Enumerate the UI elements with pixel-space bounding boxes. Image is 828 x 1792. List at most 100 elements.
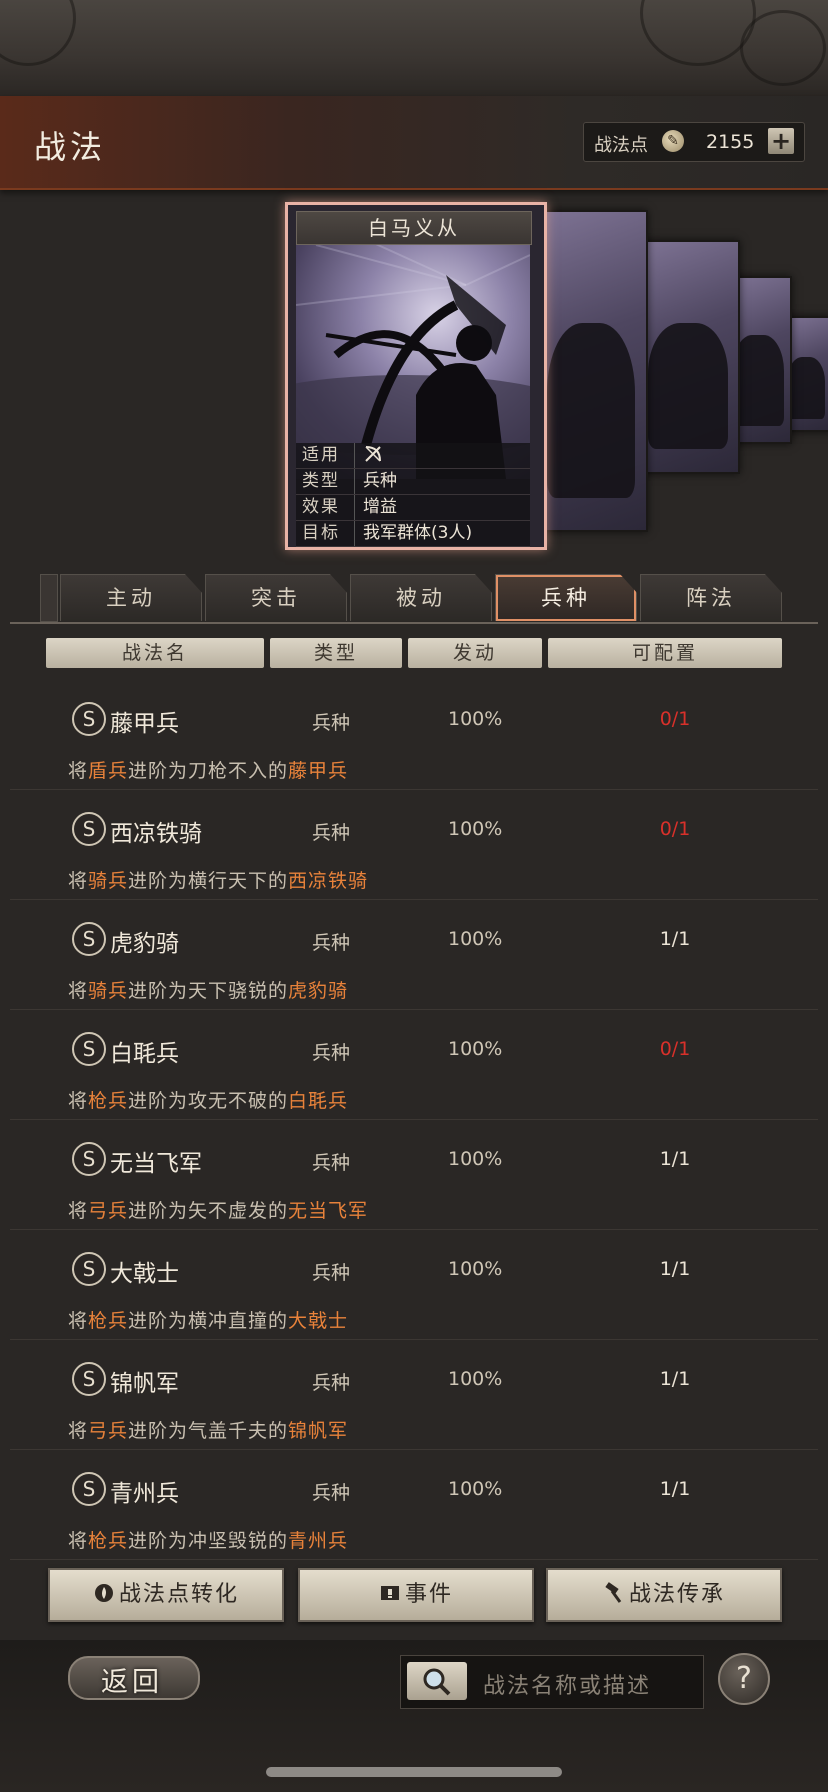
back-button[interactable]: 返回 (54, 1652, 210, 1702)
tactic-config-count: 0/1 (659, 818, 691, 840)
column-header-type[interactable]: 类型 (270, 638, 402, 668)
tactic-type: 兵种 (312, 1262, 351, 1284)
tactic-trigger-rate: 100% (448, 1148, 503, 1170)
grade-badge: S (72, 1032, 106, 1066)
convert-points-button[interactable]: 战法点转化 (48, 1568, 284, 1622)
grade-badge: S (72, 922, 106, 956)
tactic-config-count: 1/1 (659, 928, 691, 950)
search-icon (423, 1668, 451, 1696)
description-text: 将 (68, 870, 89, 892)
description-highlight: 白毦兵 (288, 1090, 349, 1112)
grade-badge: S (72, 1362, 106, 1396)
tactic-name: 虎豹骑 (110, 931, 179, 957)
tactic-trigger-rate: 100% (448, 818, 503, 840)
plus-icon[interactable]: + (768, 128, 794, 154)
tactic-type: 兵种 (312, 1152, 351, 1174)
tab-active[interactable]: 主动 (60, 574, 202, 621)
tactic-trigger-rate: 100% (448, 1478, 503, 1500)
tactic-config-count: 1/1 (659, 1148, 691, 1170)
tactic-trigger-rate: 100% (448, 928, 503, 950)
tactic-description: 将弓兵进阶为气盖千夫的锦帆军 (68, 1416, 348, 1443)
tactic-description: 将枪兵进阶为攻无不破的白毦兵 (68, 1086, 348, 1113)
column-header-name[interactable]: 战法名 (46, 638, 264, 668)
tab-passive[interactable]: 被动 (350, 574, 492, 621)
tactic-row[interactable]: S 大戟士 兵种 100% 1/1 将枪兵进阶为横冲直撞的大戟士 (10, 1230, 818, 1340)
description-highlight: 青州兵 (288, 1530, 349, 1552)
points-value: 2155 (706, 131, 755, 153)
tactic-row[interactable]: S 无当飞军 兵种 100% 1/1 将弓兵进阶为矢不虚发的无当飞军 (10, 1120, 818, 1230)
events-button[interactable]: 事件 (298, 1568, 534, 1622)
description-highlight: 弓兵 (88, 1420, 129, 1442)
attr-row-effect: 效果 增益 (296, 495, 530, 521)
tab-formation[interactable]: 阵法 (640, 574, 782, 621)
tactic-trigger-rate: 100% (448, 708, 503, 730)
tactic-row[interactable]: S 青州兵 兵种 100% 1/1 将枪兵进阶为冲坚毁锐的青州兵 (10, 1450, 818, 1560)
description-highlight: 锦帆军 (288, 1420, 349, 1442)
tactic-description: 将枪兵进阶为横冲直撞的大戟士 (68, 1306, 348, 1333)
home-indicator[interactable] (266, 1767, 562, 1777)
tactic-type: 兵种 (312, 712, 351, 734)
hammer-icon (605, 1582, 622, 1603)
tab-troop-type[interactable]: 兵种 (495, 574, 637, 621)
tactic-list: S 藤甲兵 兵种 100% 0/1 将盾兵进阶为刀枪不入的藤甲兵 S 西凉铁骑 兵种 100% 0/… (10, 680, 818, 1560)
attr-row-type: 类型 兵种 (296, 469, 530, 495)
grade-badge: S (72, 1142, 106, 1176)
tactic-config-count: 0/1 (659, 708, 691, 730)
description-highlight: 无当飞军 (288, 1200, 369, 1222)
scroll-icon (380, 1586, 399, 1600)
card-preview-1[interactable] (636, 240, 740, 474)
description-highlight: 骑兵 (88, 870, 129, 892)
points-label: 战法点 (594, 135, 648, 156)
tab-edge (40, 574, 58, 622)
description-highlight: 虎豹骑 (288, 980, 349, 1002)
search-field[interactable]: 战法名称或描述 (400, 1655, 704, 1709)
description-highlight: 枪兵 (88, 1310, 129, 1332)
description-text: 将 (68, 760, 89, 782)
column-header-configurable[interactable]: 可配置 (548, 638, 782, 668)
tactic-category-tabs: 主动 突击 被动 兵种 阵法 (40, 574, 790, 622)
tactic-row[interactable]: S 西凉铁骑 兵种 100% 0/1 将骑兵进阶为横行天下的西凉铁骑 (10, 790, 818, 900)
description-text: 进阶为横行天下的 (128, 870, 289, 892)
grade-badge: S (72, 1252, 106, 1286)
grade-badge: S (72, 1472, 106, 1506)
flame-icon (94, 1584, 113, 1602)
tactic-trigger-rate: 100% (448, 1038, 503, 1060)
description-text: 进阶为气盖千夫的 (128, 1420, 289, 1442)
tactic-description: 将骑兵进阶为横行天下的西凉铁骑 (68, 866, 368, 893)
tactic-config-count: 0/1 (659, 1038, 691, 1060)
tab-divider (10, 622, 818, 624)
description-text: 进阶为攻无不破的 (128, 1090, 289, 1112)
card-attributes: 适用 类型 兵种 效果 增益 目标 我军群体(3人) (296, 443, 530, 547)
tactic-type: 兵种 (312, 1372, 351, 1394)
bow-icon (365, 446, 381, 462)
description-highlight: 骑兵 (88, 980, 129, 1002)
attr-row-applicable: 适用 (296, 443, 530, 469)
tactic-points-box: 战法点 ✎ 2155 + (583, 122, 805, 162)
column-header-trigger[interactable]: 发动 (408, 638, 542, 668)
tactic-row[interactable]: S 藤甲兵 兵种 100% 0/1 将盾兵进阶为刀枪不入的藤甲兵 (10, 680, 818, 790)
tactic-row[interactable]: S 锦帆军 兵种 100% 1/1 将弓兵进阶为气盖千夫的锦帆军 (10, 1340, 818, 1450)
inherit-tactic-button[interactable]: 战法传承 (546, 1568, 782, 1622)
description-text: 将 (68, 1090, 89, 1112)
card-preview-0[interactable] (534, 210, 648, 532)
search-button[interactable] (407, 1662, 467, 1700)
attr-row-target: 目标 我军群体(3人) (296, 521, 530, 547)
description-text: 进阶为横冲直撞的 (128, 1310, 289, 1332)
tab-assault[interactable]: 突击 (205, 574, 347, 621)
description-text: 进阶为冲坚毁锐的 (128, 1530, 289, 1552)
tactic-row[interactable]: S 白毦兵 兵种 100% 0/1 将枪兵进阶为攻无不破的白毦兵 (10, 1010, 818, 1120)
tactic-row[interactable]: S 虎豹骑 兵种 100% 1/1 将骑兵进阶为天下骁锐的虎豹骑 (10, 900, 818, 1010)
selected-tactic-card[interactable]: 白马义从 适用 类型 兵种 效果 增益 目标 我军群体(3人) (285, 202, 547, 550)
tactic-name: 无当飞军 (110, 1151, 202, 1177)
grade-badge: S (72, 812, 106, 846)
help-icon[interactable]: ? (718, 1653, 770, 1705)
description-text: 将 (68, 980, 89, 1002)
tactic-name: 锦帆军 (110, 1371, 179, 1397)
description-highlight: 大戟士 (288, 1310, 349, 1332)
tactic-type: 兵种 (312, 822, 351, 844)
description-text: 将 (68, 1420, 89, 1442)
description-highlight: 藤甲兵 (288, 760, 349, 782)
tactic-name: 西凉铁骑 (110, 821, 202, 847)
tactic-description: 将枪兵进阶为冲坚毁锐的青州兵 (68, 1526, 348, 1553)
description-highlight: 枪兵 (88, 1090, 129, 1112)
